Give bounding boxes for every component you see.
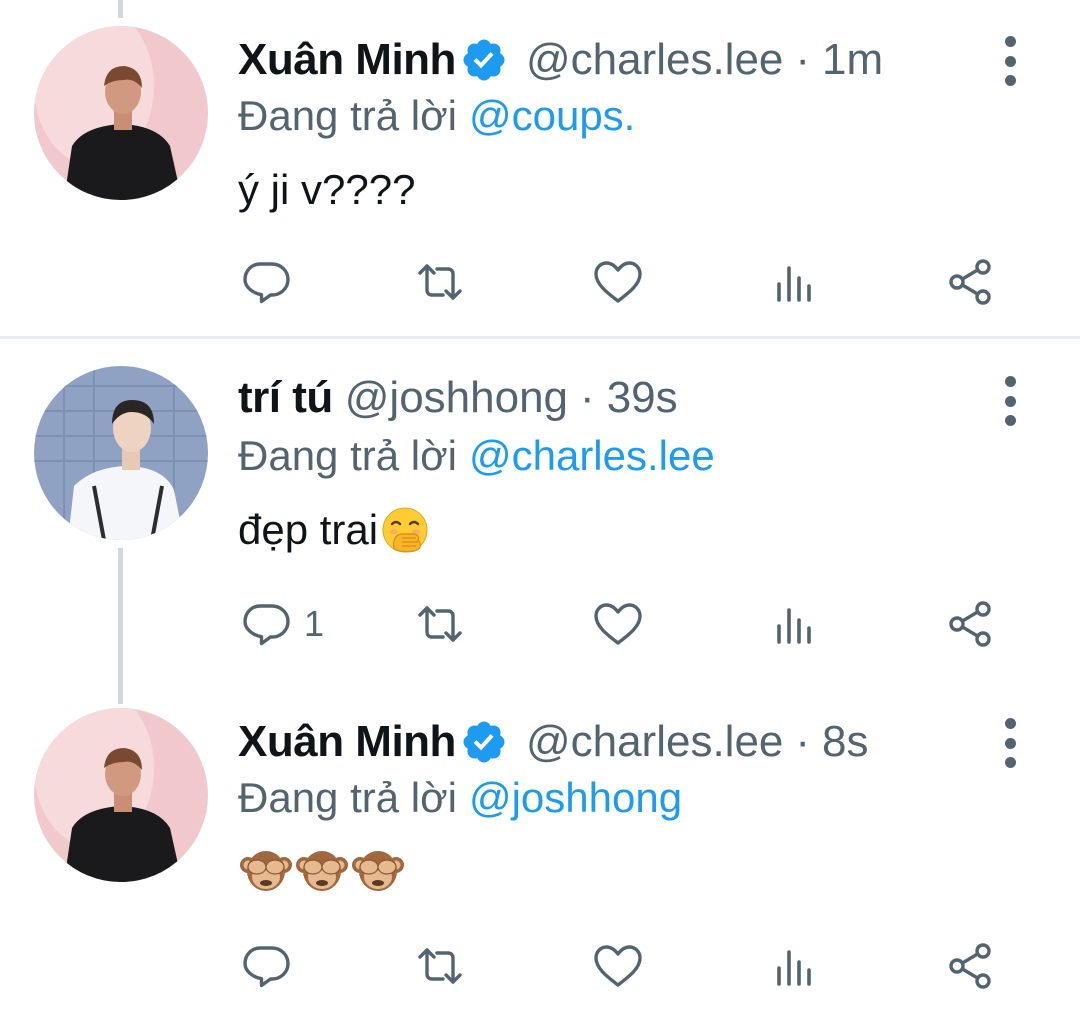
action-bar xyxy=(238,936,1008,996)
timestamp[interactable]: 8s xyxy=(822,717,868,767)
username[interactable]: @charles.lee xyxy=(526,35,783,85)
tweet-3[interactable]: Xuân Minh @charles.lee · 8s Đang trả lời… xyxy=(0,682,1080,1009)
tweet-2[interactable]: trí tú @joshhong · 39s Đang trả lời @cha… xyxy=(0,340,1080,690)
timestamp[interactable]: 39s xyxy=(607,373,678,423)
tweet-text-row: đẹp trai xyxy=(238,500,430,560)
retweet-button[interactable] xyxy=(412,936,468,996)
more-options-icon[interactable] xyxy=(992,36,1028,86)
share-button[interactable] xyxy=(942,936,998,996)
see-no-evil-monkey-icon xyxy=(296,851,348,891)
share-icon xyxy=(942,254,998,310)
analytics-button[interactable] xyxy=(766,594,822,654)
like-icon xyxy=(590,254,646,310)
timestamp[interactable]: 1m xyxy=(822,35,883,85)
tweet-1[interactable]: Xuân Minh @charles.lee · 1m Đang trả lời… xyxy=(0,0,1080,338)
share-button[interactable] xyxy=(942,594,998,654)
retweet-button[interactable] xyxy=(412,252,468,312)
retweet-icon xyxy=(412,596,468,652)
separator-dot: · xyxy=(795,717,811,766)
tweet-text-row xyxy=(238,842,406,902)
verified-badge-icon xyxy=(460,718,508,766)
analytics-button[interactable] xyxy=(766,252,822,312)
tweet-divider xyxy=(0,336,1080,339)
reply-mention-link[interactable]: @joshhong xyxy=(469,774,682,822)
replying-to: Đang trả lời @charles.lee xyxy=(238,428,715,484)
reply-button[interactable] xyxy=(238,252,294,312)
analytics-icon xyxy=(766,938,822,994)
replying-to-label: Đang trả lời xyxy=(238,774,457,821)
face-with-hand-over-mouth-icon xyxy=(382,507,428,553)
replying-to-label: Đang trả lời xyxy=(238,432,457,479)
username[interactable]: @charles.lee xyxy=(526,717,783,767)
avatar[interactable] xyxy=(34,366,208,540)
share-button[interactable] xyxy=(942,252,998,312)
reply-icon xyxy=(238,596,294,652)
analytics-icon xyxy=(766,596,822,652)
analytics-icon xyxy=(766,254,822,310)
verified-badge-icon xyxy=(460,36,508,84)
like-button[interactable] xyxy=(590,252,646,312)
like-button[interactable] xyxy=(590,936,646,996)
like-icon xyxy=(590,938,646,994)
tweet-header: trí tú @joshhong · 39s xyxy=(238,368,678,428)
reply-icon xyxy=(238,254,294,310)
share-icon xyxy=(942,938,998,994)
reply-icon xyxy=(238,938,294,994)
more-options-icon[interactable] xyxy=(992,376,1028,426)
like-button[interactable] xyxy=(590,594,646,654)
tweet-header: Xuân Minh @charles.lee · 1m xyxy=(238,30,883,90)
see-no-evil-monkey-icon xyxy=(240,851,292,891)
replying-to: Đang trả lời @coups. xyxy=(238,88,635,144)
action-bar: 1 xyxy=(238,594,1008,654)
reply-button[interactable] xyxy=(238,936,294,996)
tweet-header: Xuân Minh @charles.lee · 8s xyxy=(238,712,869,772)
username[interactable]: @joshhong xyxy=(345,373,568,423)
action-bar xyxy=(238,252,1008,312)
reply-mention-link[interactable]: @coups. xyxy=(469,92,635,140)
retweet-icon xyxy=(412,254,468,310)
separator-dot: · xyxy=(795,35,811,84)
separator-dot: · xyxy=(580,373,595,422)
replying-to-label: Đang trả lời xyxy=(238,92,457,139)
reply-count: 1 xyxy=(304,603,325,644)
tweet-text: đẹp trai xyxy=(238,506,379,553)
analytics-button[interactable] xyxy=(766,936,822,996)
reply-button[interactable]: 1 xyxy=(238,594,324,654)
replying-to: Đang trả lời @joshhong xyxy=(238,770,682,826)
share-icon xyxy=(942,596,998,652)
retweet-button[interactable] xyxy=(412,594,468,654)
display-name[interactable]: trí tú xyxy=(238,373,333,423)
tweet-text: ý ji v???? xyxy=(238,166,416,213)
display-name[interactable]: Xuân Minh xyxy=(238,717,456,767)
reply-mention-link[interactable]: @charles.lee xyxy=(469,432,715,480)
retweet-icon xyxy=(412,938,468,994)
more-options-icon[interactable] xyxy=(992,718,1028,768)
avatar[interactable] xyxy=(34,26,208,200)
avatar[interactable] xyxy=(34,708,208,882)
see-no-evil-monkey-icon xyxy=(352,851,404,891)
like-icon xyxy=(590,596,646,652)
display-name[interactable]: Xuân Minh xyxy=(238,35,456,85)
